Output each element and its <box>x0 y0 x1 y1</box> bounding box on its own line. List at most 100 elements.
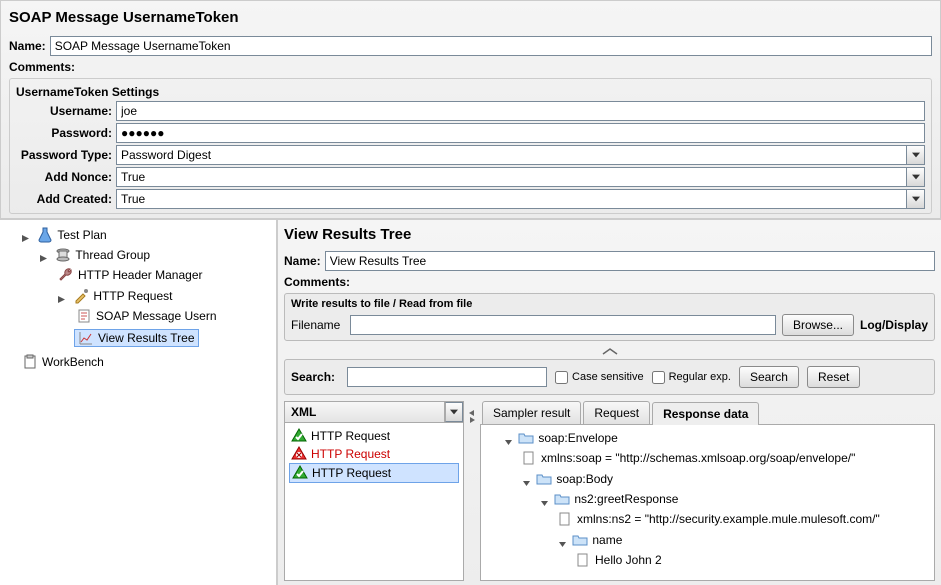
password-type-label: Password Type: <box>16 148 116 162</box>
case-sensitive-input[interactable] <box>555 371 568 384</box>
tree-toggle[interactable] <box>521 478 531 488</box>
filename-input[interactable] <box>350 315 776 335</box>
settings-legend: UsernameToken Settings <box>16 83 925 101</box>
tab-request[interactable]: Request <box>583 401 650 424</box>
xml-label: Hello John 2 <box>595 553 662 567</box>
password-type-select[interactable]: Password Digest <box>116 145 907 165</box>
xml-xmlns-ns2[interactable]: xmlns:ns2 = "http://security.example.mul… <box>557 511 880 527</box>
xml-label: soap:Envelope <box>538 431 617 445</box>
search-input[interactable] <box>347 367 547 387</box>
file-panel: Write results to file / Read from file F… <box>284 293 935 341</box>
results-title: View Results Tree <box>284 224 935 249</box>
chevron-down-icon <box>912 196 920 202</box>
result-item-label: HTTP Request <box>312 466 391 480</box>
view-format-select[interactable]: XML <box>285 402 445 422</box>
results-list-panel: XML HTTP Request HTTP Request HTTP Request <box>284 401 464 581</box>
pass-icon <box>291 428 307 444</box>
tree-label: HTTP Header Manager <box>78 268 203 282</box>
soap-config-panel: SOAP Message UsernameToken Name: Comment… <box>0 0 941 219</box>
tree-http-header-manager[interactable]: HTTP Header Manager <box>56 267 205 283</box>
tree-label: Thread Group <box>75 248 150 262</box>
password-input[interactable] <box>116 123 925 143</box>
result-item-label: HTTP Request <box>311 447 390 461</box>
xml-label: xmlns:soap = "http://schemas.xmlsoap.org… <box>541 451 855 465</box>
search-button[interactable]: Search <box>739 366 799 388</box>
spool-icon <box>55 247 71 263</box>
folder-icon <box>554 491 570 507</box>
filename-label: Filename <box>291 318 344 332</box>
folder-icon <box>518 430 534 446</box>
tab-sampler-result[interactable]: Sampler result <box>482 401 581 424</box>
add-nonce-label: Add Nonce: <box>16 170 116 184</box>
xml-name-node[interactable]: name <box>572 532 622 548</box>
pass-icon <box>292 465 308 481</box>
add-nonce-select[interactable]: True <box>116 167 907 187</box>
chart-icon <box>78 330 94 346</box>
tree-test-plan[interactable]: Test Plan <box>35 227 108 243</box>
result-item[interactable]: HTTP Request <box>289 445 459 463</box>
folder-icon <box>572 532 588 548</box>
fail-icon <box>291 446 307 462</box>
password-label: Password: <box>16 126 116 140</box>
xml-xmlns-soap[interactable]: xmlns:soap = "http://schemas.xmlsoap.org… <box>521 450 855 466</box>
password-type-dropdown-button[interactable] <box>907 145 925 165</box>
browse-button[interactable]: Browse... <box>782 314 854 336</box>
case-sensitive-label: Case sensitive <box>572 371 644 383</box>
xml-label: ns2:greetResponse <box>574 492 678 506</box>
regular-exp-checkbox[interactable]: Regular exp. <box>652 371 731 384</box>
vertical-splitter[interactable] <box>468 401 476 581</box>
wrench-icon <box>58 267 74 283</box>
page-icon <box>575 552 591 568</box>
tree-toggle[interactable] <box>503 437 513 447</box>
results-name-input[interactable] <box>325 251 935 271</box>
tree-toggle[interactable] <box>56 295 66 305</box>
chevron-down-icon <box>912 174 920 180</box>
tree-toggle[interactable] <box>539 498 549 508</box>
search-panel: Search: Case sensitive Regular exp. Sear… <box>284 359 935 395</box>
add-created-dropdown-button[interactable] <box>907 189 925 209</box>
view-format-dropdown-button[interactable] <box>445 402 463 422</box>
tree-label: View Results Tree <box>98 331 195 345</box>
result-item[interactable]: HTTP Request <box>289 463 459 483</box>
tree-label: SOAP Message Usern <box>96 309 217 323</box>
regular-exp-input[interactable] <box>652 371 665 384</box>
tree-label: WorkBench <box>42 355 104 369</box>
tree-toggle[interactable] <box>38 254 48 264</box>
xml-label: soap:Body <box>556 472 613 486</box>
results-name-label: Name: <box>284 254 325 268</box>
file-panel-title: Write results to file / Read from file <box>291 298 928 314</box>
result-item-label: HTTP Request <box>311 429 390 443</box>
tree-http-request[interactable]: HTTP Request <box>71 288 174 304</box>
result-item[interactable]: HTTP Request <box>289 427 459 445</box>
name-input[interactable] <box>50 36 932 56</box>
xml-hello-value[interactable]: Hello John 2 <box>575 552 662 568</box>
add-created-label: Add Created: <box>16 192 116 206</box>
xml-label: xmlns:ns2 = "http://security.example.mul… <box>577 512 880 526</box>
add-created-select[interactable]: True <box>116 189 907 209</box>
tree-toggle[interactable] <box>20 234 30 244</box>
test-plan-tree[interactable]: Test Plan Thread Group <box>0 220 276 585</box>
expand-handle[interactable] <box>284 347 935 357</box>
name-label: Name: <box>9 39 50 53</box>
case-sensitive-checkbox[interactable]: Case sensitive <box>555 371 644 384</box>
arrow-right-icon <box>469 417 475 423</box>
page-icon <box>76 308 92 324</box>
tree-view-results-tree[interactable]: View Results Tree <box>74 329 199 347</box>
username-input[interactable] <box>116 101 925 121</box>
xml-greet-response[interactable]: ns2:greetResponse <box>554 491 678 507</box>
add-nonce-dropdown-button[interactable] <box>907 167 925 187</box>
xml-envelope[interactable]: soap:Envelope <box>518 430 617 446</box>
results-comments-label: Comments: <box>284 275 354 289</box>
reset-button[interactable]: Reset <box>807 366 860 388</box>
tree-workbench[interactable]: WorkBench <box>20 354 106 370</box>
search-label: Search: <box>291 370 339 384</box>
xml-label: name <box>592 533 622 547</box>
tree-thread-group[interactable]: Thread Group <box>53 247 152 263</box>
comments-label: Comments: <box>9 60 79 74</box>
chevron-down-icon <box>912 152 920 158</box>
tab-response-data[interactable]: Response data <box>652 402 759 425</box>
tree-toggle[interactable] <box>557 539 567 549</box>
xml-body[interactable]: soap:Body <box>536 471 613 487</box>
response-xml-tree[interactable]: soap:Envelope xmlns:soap = "http://schem… <box>480 425 935 581</box>
tree-soap-message-user[interactable]: SOAP Message Usern <box>74 308 219 324</box>
